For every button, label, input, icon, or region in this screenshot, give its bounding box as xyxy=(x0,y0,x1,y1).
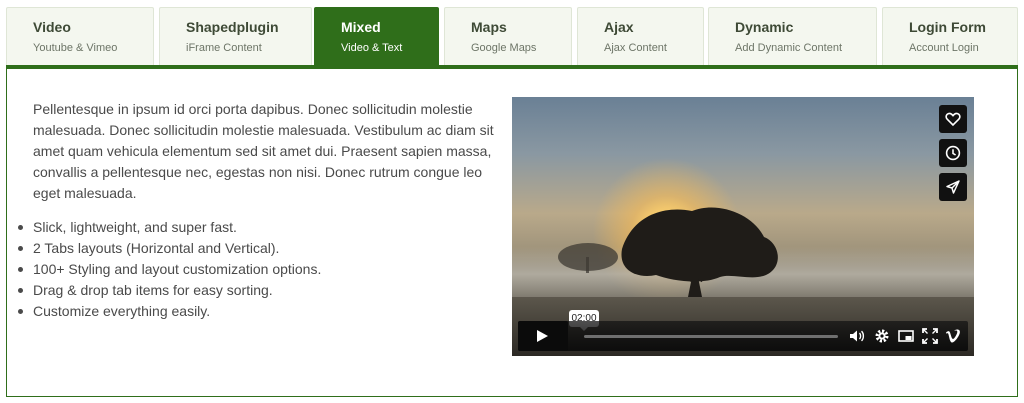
feature-text: Drag & drop tab items for easy sorting. xyxy=(33,282,273,298)
tab-bar: Video Youtube & Vimeo Shapedplugin iFram… xyxy=(6,7,1018,65)
watch-later-button[interactable] xyxy=(939,139,967,167)
tab-video[interactable]: Video Youtube & Vimeo xyxy=(6,7,154,65)
tab-ajax[interactable]: Ajax Ajax Content xyxy=(577,7,704,65)
tab-dynamic[interactable]: Dynamic Add Dynamic Content xyxy=(708,7,877,65)
heart-icon xyxy=(945,112,961,127)
bullet-icon xyxy=(18,309,23,314)
tree-silhouette xyxy=(558,207,778,297)
tab-title: Ajax xyxy=(604,19,634,35)
bullet-icon xyxy=(18,225,23,230)
list-item: 100+ Styling and layout customization op… xyxy=(18,259,503,280)
vimeo-logo-icon[interactable] xyxy=(945,328,961,344)
tab-title: Mixed xyxy=(341,19,381,35)
tab-mixed[interactable]: Mixed Video & Text xyxy=(314,7,439,65)
video-controls xyxy=(518,321,968,351)
feature-text: 100+ Styling and layout customization op… xyxy=(33,261,322,277)
feature-text: 2 Tabs layouts (Horizontal and Vertical)… xyxy=(33,240,280,256)
list-item: Slick, lightweight, and super fast. xyxy=(18,217,503,238)
tab-title: Video xyxy=(33,19,71,35)
clock-icon xyxy=(945,145,961,161)
bullet-icon xyxy=(18,267,23,272)
tab-content-panel: Pellentesque in ipsum id orci porta dapi… xyxy=(6,65,1018,397)
feature-list: Slick, lightweight, and super fast. 2 Ta… xyxy=(18,217,503,322)
bullet-icon xyxy=(18,246,23,251)
tab-login-form[interactable]: Login Form Account Login xyxy=(882,7,1018,65)
fullscreen-icon[interactable] xyxy=(922,328,938,344)
tab-subtitle: Account Login xyxy=(909,42,979,54)
tab-title: Maps xyxy=(471,19,507,35)
list-item: Drag & drop tab items for easy sorting. xyxy=(18,280,503,301)
progress-bar[interactable] xyxy=(584,335,838,338)
play-icon xyxy=(537,330,548,342)
video-player[interactable]: 02:00 xyxy=(512,97,974,356)
tab-subtitle: Video & Text xyxy=(341,42,403,54)
send-icon xyxy=(946,180,960,194)
description-text: Pellentesque in ipsum id orci porta dapi… xyxy=(33,101,494,201)
list-item: Customize everything easily. xyxy=(18,301,503,322)
tab-subtitle: Ajax Content xyxy=(604,42,667,54)
list-item: 2 Tabs layouts (Horizontal and Vertical)… xyxy=(18,238,503,259)
tab-title: Dynamic xyxy=(735,19,794,35)
share-button[interactable] xyxy=(939,173,967,201)
like-button[interactable] xyxy=(939,105,967,133)
tab-subtitle: iFrame Content xyxy=(186,42,262,54)
settings-icon[interactable] xyxy=(874,328,890,344)
tab-subtitle: Add Dynamic Content xyxy=(735,42,842,54)
bullet-icon xyxy=(18,288,23,293)
tab-subtitle: Google Maps xyxy=(471,42,537,54)
tab-shapedplugin[interactable]: Shapedplugin iFrame Content xyxy=(159,7,312,65)
tab-maps[interactable]: Maps Google Maps xyxy=(444,7,572,65)
volume-icon[interactable] xyxy=(849,328,865,344)
tab-title: Login Form xyxy=(909,19,986,35)
tab-title: Shapedplugin xyxy=(186,19,279,35)
pip-icon[interactable] xyxy=(898,328,914,344)
feature-text: Customize everything easily. xyxy=(33,303,211,319)
feature-text: Slick, lightweight, and super fast. xyxy=(33,219,237,235)
play-button[interactable] xyxy=(518,321,568,351)
tab-subtitle: Youtube & Vimeo xyxy=(33,42,118,54)
